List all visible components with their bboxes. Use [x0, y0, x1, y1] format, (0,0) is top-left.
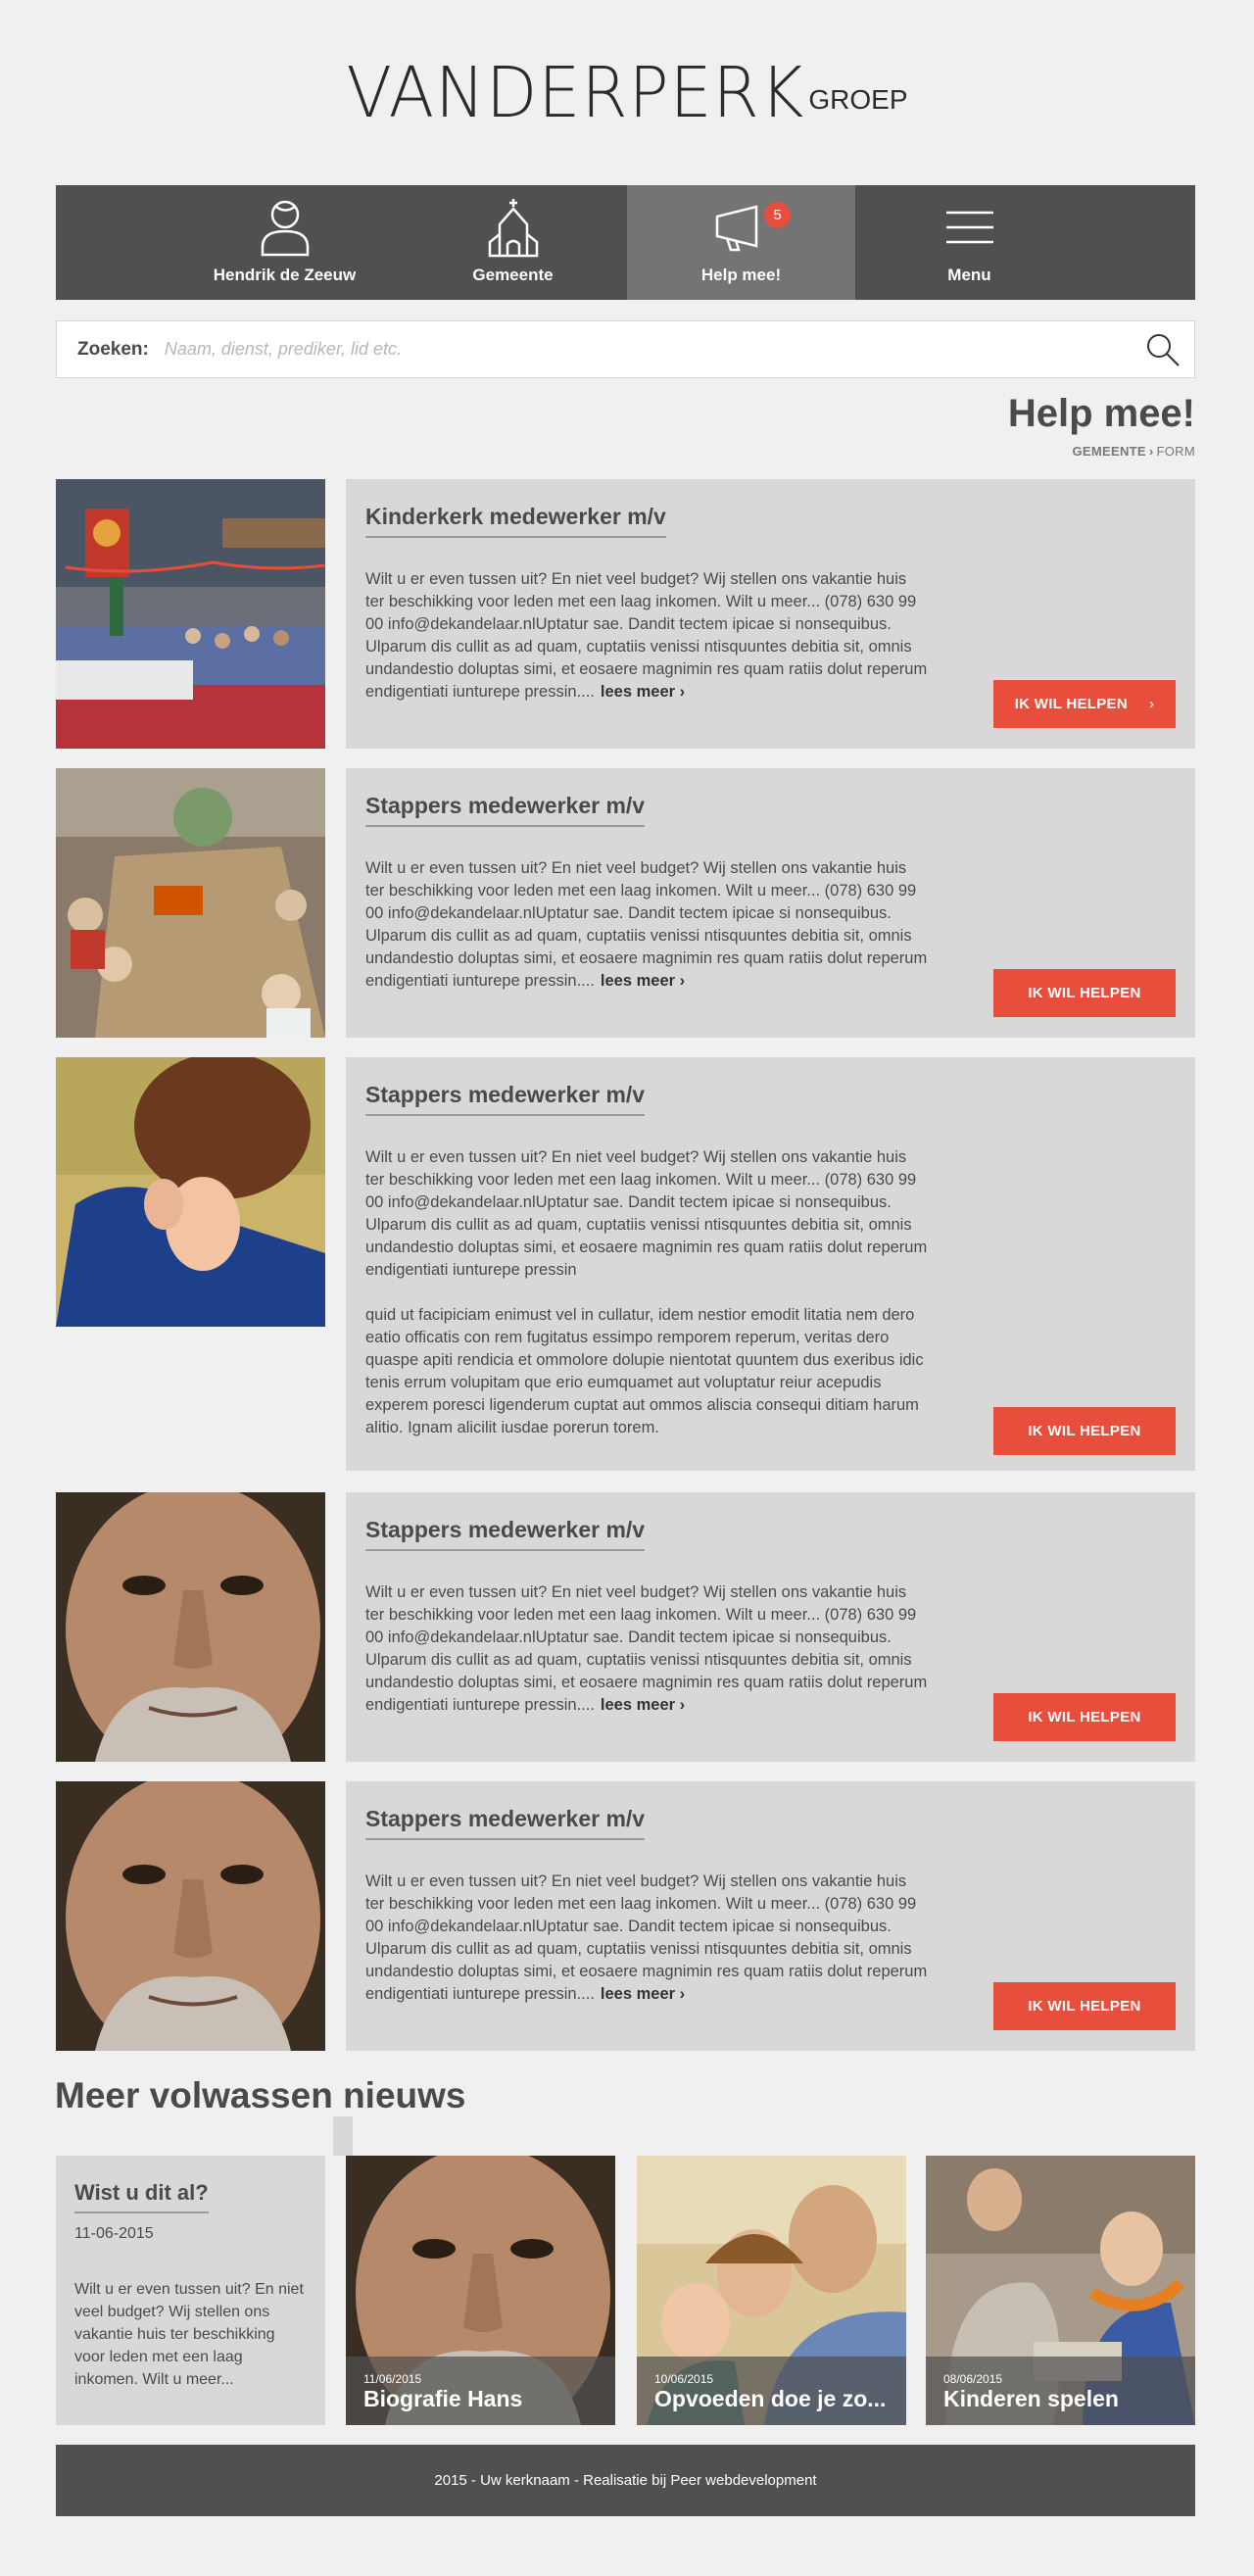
card-text: Wilt u er even tussen uit? En niet veel …: [365, 568, 929, 704]
card-image: [56, 768, 325, 1038]
help-button[interactable]: IK WIL HELPEN: [993, 1982, 1176, 2030]
card-text: Wilt u er even tussen uit? En niet veel …: [365, 1871, 929, 2006]
search-input[interactable]: [164, 339, 1095, 360]
card-panel: Stappers medewerker m/v Wilt u er even t…: [346, 1781, 1195, 2051]
footer-text: 2015 - Uw kerknaam - Realisatie bij Peer…: [434, 2472, 817, 2489]
main-nav: Hendrik de Zeeuw Gemeente 5 Help mee! Me…: [56, 185, 1195, 300]
chevron-right-icon: ›: [1149, 696, 1155, 712]
card-description: Wilt u er even tussen uit? En niet veel …: [365, 1583, 928, 1714]
search-icon[interactable]: [1145, 332, 1181, 367]
notification-badge: 5: [764, 202, 791, 228]
site-logo[interactable]: VANDERPERK GROEP: [0, 53, 1254, 134]
card-title: Stappers medewerker m/v: [365, 793, 646, 827]
church-icon: [484, 197, 543, 258]
card-image: [56, 1781, 325, 2051]
card-image: [56, 479, 325, 749]
volunteer-card: Kinderkerk medewerker m/v Wilt u er even…: [56, 479, 1195, 749]
nav-label: Hendrik de Zeeuw: [213, 266, 357, 284]
page-title: Help mee!: [1007, 392, 1195, 435]
volunteer-card: Stappers medewerker m/v Wilt u er even t…: [56, 1057, 1195, 1471]
breadcrumb: GEMEENTE › FORM: [1073, 444, 1195, 459]
news-heading: Meer volwassen nieuws: [55, 2075, 466, 2115]
card-title: Stappers medewerker m/v: [365, 1806, 646, 1840]
help-button[interactable]: IK WIL HELPEN ›: [993, 680, 1176, 728]
card-title: Stappers medewerker m/v: [365, 1517, 646, 1551]
nav-item-gemeente[interactable]: Gemeente: [399, 185, 627, 300]
news-title: Biografie Hans: [363, 2386, 523, 2411]
card-panel: Kinderkerk medewerker m/v Wilt u er even…: [346, 479, 1195, 749]
help-button[interactable]: IK WIL HELPEN: [993, 1407, 1176, 1455]
help-button[interactable]: IK WIL HELPEN: [993, 1693, 1176, 1741]
news-date: 08/06/2015: [943, 2372, 1003, 2386]
search-bar: Zoeken:: [56, 320, 1195, 378]
logo-subtitle: GROEP: [808, 84, 908, 115]
card-text: Wilt u er even tussen uit? En niet veel …: [365, 857, 929, 993]
read-more-link[interactable]: lees meer ›: [601, 972, 685, 990]
volunteer-card: Stappers medewerker m/v Wilt u er even t…: [56, 768, 1195, 1038]
card-title: Stappers medewerker m/v: [365, 1082, 646, 1116]
news-item[interactable]: 08/06/2015 Kinderen spelen: [926, 2156, 1195, 2425]
news-overlay: 08/06/2015 Kinderen spelen: [926, 2357, 1195, 2425]
card-panel: Stappers medewerker m/v Wilt u er even t…: [346, 1492, 1195, 1762]
footer: 2015 - Uw kerknaam - Realisatie bij Peer…: [56, 2445, 1195, 2516]
search-label: Zoeken:: [77, 338, 149, 360]
chevron-right-icon: ›: [1148, 444, 1154, 459]
news-item[interactable]: 10/06/2015 Opvoeden doe je zo...: [637, 2156, 906, 2425]
nav-label: Gemeente: [472, 266, 554, 284]
news-item[interactable]: 11/06/2015 Biografie Hans: [346, 2156, 615, 2425]
card-title: Kinderkerk medewerker m/v: [365, 504, 666, 538]
card-description: Wilt u er even tussen uit? En niet veel …: [365, 1148, 928, 1279]
card-text: Wilt u er even tussen uit? En niet veel …: [365, 1581, 929, 1717]
nav-item-menu[interactable]: Menu: [855, 185, 1084, 300]
read-more-link[interactable]: lees meer ›: [601, 1696, 685, 1714]
breadcrumb-item-current: FORM: [1156, 444, 1195, 459]
megaphone-icon: [712, 197, 771, 258]
volunteer-card: Stappers medewerker m/v Wilt u er even t…: [56, 1492, 1195, 1762]
news-feature-title: Wist u dit al?: [74, 2180, 209, 2213]
news-overlay: 11/06/2015 Biografie Hans: [346, 2357, 615, 2425]
card-panel: Stappers medewerker m/v Wilt u er even t…: [346, 1057, 1195, 1471]
hamburger-icon: [940, 197, 999, 258]
card-description-extra: quid ut facipiciam enimust vel in cullat…: [365, 1306, 924, 1436]
user-icon: [256, 197, 314, 258]
nav-item-help[interactable]: 5 Help mee!: [627, 185, 855, 300]
volunteer-card: Stappers medewerker m/v Wilt u er even t…: [56, 1781, 1195, 2051]
card-description: Wilt u er even tussen uit? En niet veel …: [365, 570, 928, 701]
card-description: Wilt u er even tussen uit? En niet veel …: [365, 859, 928, 990]
news-overlay: 10/06/2015 Opvoeden doe je zo...: [637, 2357, 906, 2425]
card-image: [56, 1492, 325, 1762]
read-more-link[interactable]: lees meer ›: [601, 683, 685, 701]
breadcrumb-item-gemeente[interactable]: GEMEENTE: [1073, 444, 1146, 459]
news-feature-card[interactable]: Wist u dit al? 11-06-2015 Wilt u er even…: [56, 2156, 325, 2425]
card-description: Wilt u er even tussen uit? En niet veel …: [365, 1872, 928, 2003]
news-feature-date: 11-06-2015: [74, 2225, 154, 2242]
news-date: 10/06/2015: [654, 2372, 714, 2386]
card-text: Wilt u er even tussen uit? En niet veel …: [365, 1146, 929, 1439]
card-image: [56, 1057, 325, 1327]
nav-item-profile[interactable]: Hendrik de Zeeuw: [170, 185, 399, 300]
news-feature-text: Wilt u er even tussen uit? En niet veel …: [74, 2281, 304, 2388]
logo-wordmark: VANDERPERK: [346, 53, 805, 134]
read-more-link[interactable]: lees meer ›: [601, 1985, 685, 2003]
news-date: 11/06/2015: [363, 2372, 422, 2386]
news-title: Kinderen spelen: [943, 2386, 1119, 2411]
nav-label: Menu: [947, 266, 991, 284]
news-title: Opvoeden doe je zo...: [654, 2386, 887, 2411]
card-panel: Stappers medewerker m/v Wilt u er even t…: [346, 768, 1195, 1038]
help-button[interactable]: IK WIL HELPEN: [993, 969, 1176, 1017]
divider: [333, 2116, 353, 2156]
nav-label: Help mee!: [700, 266, 782, 284]
